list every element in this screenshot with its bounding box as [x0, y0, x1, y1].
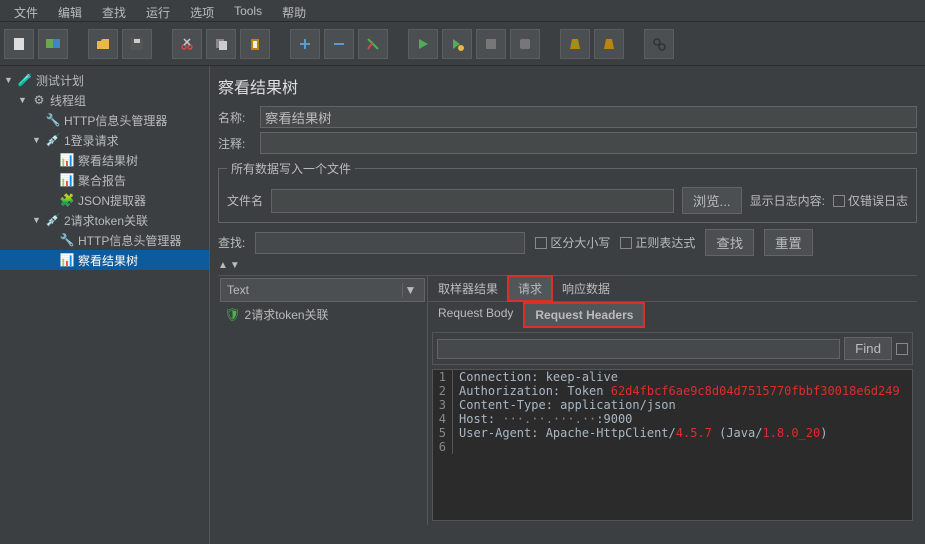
tree-threadgroup[interactable]: ▼⚙线程组 [0, 90, 209, 110]
comment-label: 注释: [218, 135, 260, 152]
paste-icon[interactable] [240, 29, 270, 59]
expand-icon[interactable] [290, 29, 320, 59]
tree-viewtree2[interactable]: 📊察看结果树 [0, 250, 209, 270]
save-icon[interactable] [122, 29, 152, 59]
menu-run[interactable]: 运行 [136, 2, 180, 19]
menu-edit[interactable]: 编辑 [48, 2, 92, 19]
menu-search[interactable]: 查找 [92, 2, 136, 19]
tree-httpheader2[interactable]: 🔧HTTP信息头管理器 [0, 230, 209, 250]
tree-panel[interactable]: ▼🧪测试计划 ▼⚙线程组 🔧HTTP信息头管理器 ▼💉1登录请求 📊察看结果树 … [0, 66, 210, 544]
cut-icon[interactable] [172, 29, 202, 59]
menu-help[interactable]: 帮助 [272, 2, 316, 19]
file-fieldset: 所有数据写入一个文件 文件名 浏览... 显示日志内容: 仅错误日志 [218, 160, 917, 223]
regex-checkbox[interactable]: 正则表达式 [620, 234, 695, 251]
report-icon: 📊 [59, 252, 75, 268]
tree-jsonextract[interactable]: 🧩JSON提取器 [0, 190, 209, 210]
renderer-dropdown[interactable]: Text▼ [220, 278, 425, 302]
panel-title: 察看结果树 [218, 70, 917, 106]
showlog-label: 显示日志内容: [750, 192, 825, 209]
tree-aggreport[interactable]: 📊聚合报告 [0, 170, 209, 190]
collapse-icon[interactable] [324, 29, 354, 59]
comment-input[interactable] [260, 132, 917, 154]
name-input[interactable] [260, 106, 917, 128]
filename-input[interactable] [271, 189, 674, 213]
clear-all-icon[interactable] [594, 29, 624, 59]
subtab-headers[interactable]: Request Headers [523, 302, 645, 328]
flask-icon: 🧪 [17, 72, 33, 88]
clear-icon[interactable] [560, 29, 590, 59]
copy-icon[interactable] [206, 29, 236, 59]
wrench-icon: 🔧 [59, 232, 75, 248]
sample-item[interactable]: 🛡 2请求token关联 [218, 304, 427, 325]
open-icon[interactable] [88, 29, 118, 59]
menu-bar: 文件 编辑 查找 运行 选项 Tools 帮助 [0, 0, 925, 22]
browse-button[interactable]: 浏览... [682, 187, 742, 214]
fieldset-legend: 所有数据写入一个文件 [227, 160, 355, 177]
tab-request[interactable]: 请求 [508, 276, 552, 301]
templates-icon[interactable] [38, 29, 68, 59]
tree-testplan[interactable]: ▼🧪测试计划 [0, 70, 209, 90]
success-icon: 🛡 [224, 307, 241, 323]
toolbar [0, 22, 925, 66]
menu-file[interactable]: 文件 [4, 2, 48, 19]
filename-label: 文件名 [227, 192, 263, 209]
dropper-icon: 💉 [45, 132, 61, 148]
find-button[interactable]: Find [844, 337, 892, 360]
reset-button[interactable]: 重置 [764, 229, 813, 256]
tree-tokenreq[interactable]: ▼💉2请求token关联 [0, 210, 209, 230]
name-label: 名称: [218, 109, 260, 126]
search-tree-icon[interactable] [644, 29, 674, 59]
headers-text[interactable]: 1Connection: keep-alive2Authorization: T… [432, 369, 913, 521]
report-icon: 📊 [59, 152, 75, 168]
start-icon[interactable] [408, 29, 438, 59]
search-label: 查找: [218, 234, 245, 251]
menu-tools[interactable]: Tools [224, 2, 272, 19]
result-detail: 取样器结果 请求 响应数据 Request Body Request Heade… [428, 276, 917, 525]
collapse-arrows[interactable]: ▲▼ [218, 260, 917, 271]
gear-icon: ⚙ [31, 92, 47, 108]
result-list: Text▼ 🛡 2请求token关联 [218, 276, 428, 525]
report-icon: 📊 [59, 172, 75, 188]
find-input[interactable] [437, 339, 840, 359]
search-button[interactable]: 查找 [705, 229, 754, 256]
errorsonly-checkbox[interactable]: 仅错误日志 [833, 192, 908, 209]
tab-sampler[interactable]: 取样器结果 [428, 276, 508, 301]
menu-options[interactable]: 选项 [180, 2, 224, 19]
subtab-body[interactable]: Request Body [428, 302, 523, 328]
tree-viewtree1[interactable]: 📊察看结果树 [0, 150, 209, 170]
dropper-icon: 💉 [45, 212, 61, 228]
content-panel: 察看结果树 名称: 注释: 所有数据写入一个文件 文件名 浏览... 显示日志内… [210, 66, 925, 544]
wrench-icon: 🔧 [45, 112, 61, 128]
casesens-checkbox[interactable]: 区分大小写 [535, 234, 610, 251]
toggle-icon[interactable] [358, 29, 388, 59]
find-checkbox[interactable] [896, 343, 908, 355]
tab-response[interactable]: 响应数据 [552, 276, 620, 301]
tree-login[interactable]: ▼💉1登录请求 [0, 130, 209, 150]
start-no-pause-icon[interactable] [442, 29, 472, 59]
new-icon[interactable] [4, 29, 34, 59]
puzzle-icon: 🧩 [59, 192, 75, 208]
shutdown-icon[interactable] [510, 29, 540, 59]
tree-httpheader1[interactable]: 🔧HTTP信息头管理器 [0, 110, 209, 130]
search-input[interactable] [255, 232, 525, 254]
stop-icon[interactable] [476, 29, 506, 59]
